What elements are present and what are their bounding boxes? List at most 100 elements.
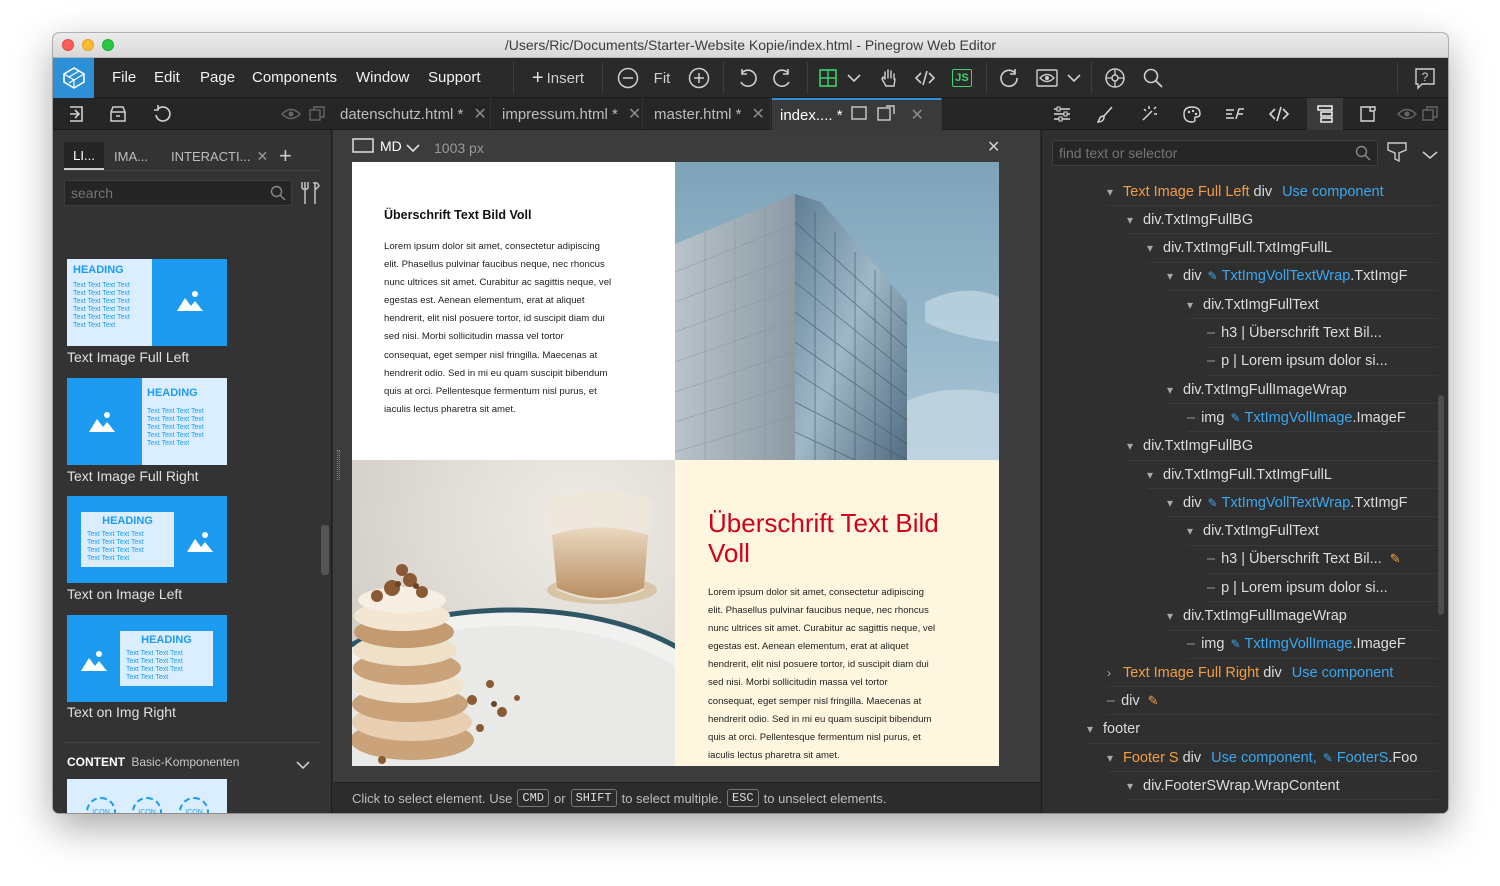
grid-icon[interactable] [815, 64, 841, 92]
expand-arrow-icon[interactable]: ▾ [1147, 468, 1163, 482]
hand-icon[interactable] [875, 64, 903, 92]
element-class[interactable]: TxtImgVollTextWrap [1222, 495, 1351, 511]
expand-arrow-icon[interactable]: ▾ [1167, 609, 1183, 623]
search-icon[interactable] [1355, 145, 1371, 166]
component-thumbnail-text-image-full-left[interactable]: HEADING Text Text Text Text Text Text Te… [67, 259, 227, 346]
refresh-icon[interactable] [995, 64, 1023, 92]
tab-interactions[interactable]: INTERACTI... ✕ [171, 142, 268, 170]
resize-handle-left[interactable] [337, 450, 340, 480]
expand-arrow-icon[interactable]: ▾ [1127, 213, 1143, 227]
use-component-link[interactable]: Use component [1282, 184, 1384, 200]
archive-icon[interactable] [105, 102, 131, 126]
use-component-link[interactable]: Use component, [1211, 750, 1317, 766]
chevron-down-icon[interactable] [1065, 64, 1083, 92]
library-scrollbar[interactable] [321, 525, 329, 575]
tree-search[interactable] [1052, 140, 1378, 166]
tree-row[interactable]: ▾ div.TxtImgFullBG [1127, 433, 1438, 461]
page-view-icon[interactable] [850, 106, 867, 124]
tree-row[interactable]: – img ✎ TxtImgVollImage .ImageF [1187, 631, 1438, 659]
tree-row[interactable]: ▾ div.TxtImgFullText [1187, 518, 1438, 546]
expand-arrow-icon[interactable]: ▾ [1167, 496, 1183, 510]
tree-row[interactable]: ▾ Text Image Full Left div Use component [1107, 178, 1438, 206]
element-class[interactable]: TxtImgVollTextWrap [1222, 268, 1351, 284]
text-block-1[interactable]: Überschrift Text Bild Voll Lorem ipsum d… [352, 162, 675, 460]
tree-row[interactable]: – img ✎ TxtImgVollImage .ImageF [1187, 404, 1438, 433]
js-icon[interactable]: JS [949, 64, 975, 92]
expand-arrow-icon[interactable]: ▾ [1127, 439, 1143, 453]
preview-eye-icon[interactable] [1033, 64, 1061, 92]
tab-library[interactable]: LI... [64, 142, 104, 170]
tree-row[interactable]: ▾ div.TxtImgFullText [1187, 291, 1438, 320]
element-class[interactable]: FooterS [1337, 750, 1389, 766]
tree-search-input[interactable] [1053, 141, 1343, 165]
undo-icon[interactable] [733, 64, 761, 92]
component-icon[interactable] [1355, 102, 1381, 126]
tree-row[interactable]: – div ✎ [1107, 687, 1438, 716]
expand-arrow-icon[interactable]: ▾ [1087, 722, 1103, 736]
magic-wand-icon[interactable] [1136, 102, 1162, 126]
element-class[interactable]: TxtImgVollImage [1245, 410, 1353, 426]
menu-components[interactable]: Components [252, 69, 337, 86]
close-tab-icon[interactable]: ✕ [473, 104, 486, 124]
device-icon[interactable] [352, 138, 374, 159]
code-icon[interactable] [1266, 102, 1292, 126]
tree-row[interactable]: ▾ div ✎ TxtImgVollTextWrap .TxtImgF [1167, 489, 1438, 518]
menu-window[interactable]: Window [356, 69, 409, 86]
tree-row[interactable]: – p | Lorem ipsum dolor si... [1207, 348, 1438, 376]
expand-arrow-icon[interactable]: ▾ [1167, 269, 1183, 283]
code-icon[interactable] [911, 64, 939, 92]
tree-row[interactable]: › Text Image Full Right div Use component [1107, 659, 1438, 688]
close-tab-icon[interactable]: ✕ [911, 105, 924, 125]
export-icon[interactable] [63, 102, 89, 126]
tree-view-icon[interactable] [1307, 98, 1343, 130]
menu-page[interactable]: Page [200, 69, 235, 86]
tab-images[interactable]: IMA... [114, 142, 148, 170]
tree-row[interactable]: ▾ div.TxtImgFull.TxtImgFullL [1147, 235, 1438, 263]
tree-row[interactable]: ▾ div ✎ TxtImgVollTextWrap .TxtImgF [1167, 263, 1438, 291]
new-window-icon[interactable] [876, 105, 895, 125]
tree-row[interactable]: – h3 | Überschrift Text Bil... [1207, 320, 1438, 348]
component-thumbnail-icons[interactable]: ICON ICON ICON [67, 779, 227, 813]
tree-row[interactable]: ▾ footer [1087, 716, 1438, 744]
expand-arrow-icon[interactable]: ▾ [1127, 779, 1143, 793]
text-block-2[interactable]: Überschrift Text Bild Voll Lorem ipsum d… [675, 460, 999, 766]
chevron-down-icon[interactable] [296, 757, 310, 775]
component-thumbnail-text-on-image-left[interactable]: HEADING Text Text Text Text Text Text Te… [67, 496, 227, 583]
zoom-in-icon[interactable] [685, 64, 713, 92]
tab-index[interactable]: index.... * ✕ [772, 98, 942, 130]
expand-arrow-icon[interactable]: ▾ [1187, 524, 1203, 538]
expand-arrow-icon[interactable]: ▾ [1187, 298, 1203, 312]
chevron-down-icon[interactable] [1422, 147, 1438, 165]
expand-arrow-icon[interactable]: › [1107, 666, 1123, 680]
detach-icon[interactable] [1417, 102, 1443, 126]
fit-button[interactable]: Fit [649, 64, 675, 92]
close-tab-icon[interactable]: ✕ [256, 148, 268, 165]
section-header[interactable]: CONTENT Basic-Komponenten [67, 755, 239, 769]
close-tab-icon[interactable]: ✕ [752, 104, 765, 124]
chevron-down-icon[interactable] [406, 140, 420, 158]
library-search[interactable] [64, 180, 292, 206]
globe-icon[interactable] [1101, 64, 1129, 92]
pinegrow-logo-icon[interactable] [53, 58, 94, 98]
redo-icon[interactable] [769, 64, 797, 92]
use-component-link[interactable]: Use component [1292, 665, 1394, 681]
tools-icon[interactable] [300, 180, 322, 211]
library-search-input[interactable] [65, 181, 255, 205]
zoom-out-icon[interactable] [614, 64, 642, 92]
menu-file[interactable]: File [112, 69, 136, 86]
tree-row[interactable]: ▾ div.FooterSWrap.WrapContent [1127, 772, 1438, 801]
device-size-label[interactable]: MD [380, 138, 402, 154]
expand-arrow-icon[interactable]: ▾ [1107, 185, 1123, 199]
tree-row[interactable]: – p | Lorem ipsum dolor si... [1207, 574, 1438, 603]
reload-icon[interactable] [149, 102, 175, 126]
page-preview[interactable]: Überschrift Text Bild Voll Lorem ipsum d… [352, 162, 999, 766]
building-image[interactable] [675, 162, 999, 460]
sliders-icon[interactable] [1049, 102, 1075, 126]
tab-datenschutz[interactable]: datenschutz.html * ✕ [332, 98, 491, 130]
tree-row[interactable]: – h3 | Überschrift Text Bil... ✎ [1207, 546, 1438, 574]
food-image[interactable] [352, 460, 675, 766]
close-tab-icon[interactable]: ✕ [628, 104, 641, 124]
search-icon[interactable] [1139, 64, 1167, 92]
tree-row[interactable]: ▾ div.TxtImgFull.TxtImgFullL [1147, 461, 1438, 489]
detach-icon[interactable] [304, 102, 330, 126]
